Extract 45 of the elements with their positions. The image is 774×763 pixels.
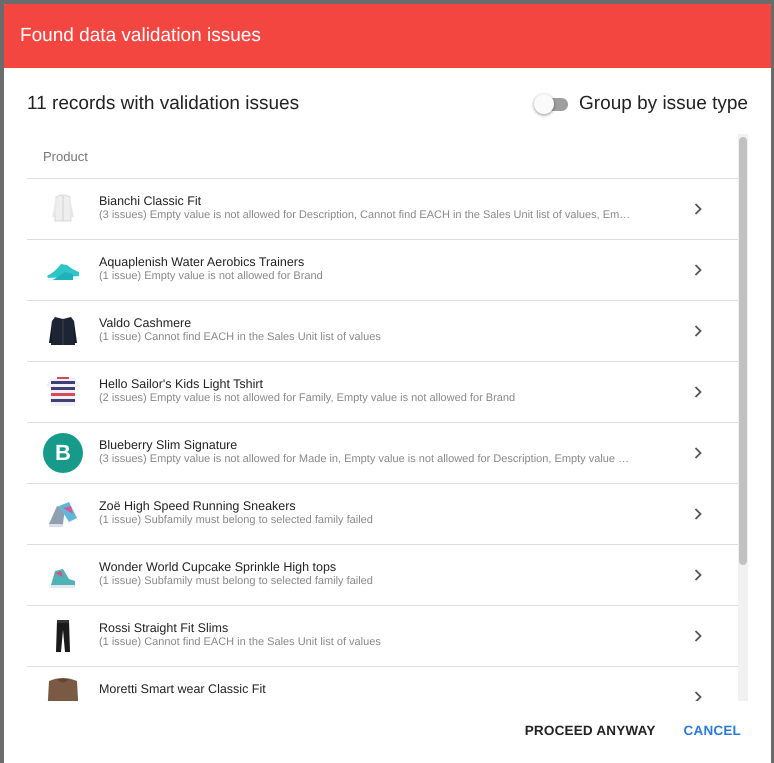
- proceed-button[interactable]: PROCEED ANYWAY: [512, 715, 668, 746]
- table-row[interactable]: Moretti Smart wear Classic Fit: [27, 667, 738, 701]
- product-name: Zoë High Speed Running Sneakers: [99, 499, 297, 513]
- chevron-right-icon: [694, 386, 702, 398]
- issue-summary: (1 issue) Empty value is not allowed for Brand: [99, 270, 324, 282]
- issue-summary: (1 issue) Subfamily must belong to selected family failed: [99, 514, 374, 526]
- table-row[interactable]: Rossi Straight Fit Slims (1 issue) Cannot find EACH in the Sales Unit list of values: [27, 606, 738, 667]
- issue-summary: (1 issue) Subfamily must belong to selected family failed: [99, 575, 374, 587]
- table-row[interactable]: B Blueberry Slim Signature (3 issues) Empty value is not allowed for Made in, Empty value is not allowed for Description, Empty value …: [27, 423, 738, 484]
- toggle-label: Group by issue type: [579, 92, 748, 114]
- product-name: Moretti Smart wear Classic Fit: [99, 682, 267, 696]
- issue-summary: (3 issues) Empty value is not allowed for Made in, Empty value is not allowed for Description, Empty value …: [99, 453, 630, 465]
- table-row[interactable]: Zoë High Speed Running Sneakers (1 issue) Subfamily must belong to selected family failed: [27, 484, 738, 545]
- chevron-right-icon: [694, 447, 702, 459]
- chevron-right-icon: [694, 630, 702, 642]
- product-name: Rossi Straight Fit Slims: [99, 621, 230, 635]
- avatar: B: [43, 433, 83, 473]
- column-header: Product: [43, 148, 88, 164]
- table-row[interactable]: Valdo Cashmere (1 issue) Cannot find EACH in the Sales Unit list of values: [27, 301, 738, 362]
- cancel-button[interactable]: CANCEL: [672, 715, 753, 746]
- table-row[interactable]: Hello Sailor's Kids Light Tshirt (2 issues) Empty value is not allowed for Family, Empty value is not allowed for Brand: [27, 362, 738, 423]
- issue-summary: (2 issues) Empty value is not allowed for Family, Empty value is not allowed for Brand: [99, 392, 516, 404]
- product-name: Hello Sailor's Kids Light Tshirt: [99, 377, 264, 391]
- chevron-right-icon: [694, 325, 702, 337]
- issue-summary: (1 issue) Cannot find EACH in the Sales Unit list of values: [99, 636, 382, 648]
- chevron-right-icon: [694, 264, 702, 276]
- table-row[interactable]: Aquaplenish Water Aerobics Trainers (1 issue) Empty value is not allowed for Brand: [27, 240, 738, 301]
- product-name: Valdo Cashmere: [99, 316, 192, 330]
- chevron-right-icon: [694, 691, 702, 701]
- issue-summary: (3 issues) Empty value is not allowed for Description, Cannot find EACH in the Sales Unit list of values, Em…: [99, 209, 632, 221]
- chevron-right-icon: [694, 203, 702, 215]
- table-row[interactable]: Bianchi Classic Fit (3 issues) Empty value is not allowed for Description, Cannot find EACH in the Sales Unit list of values, Em…: [27, 179, 738, 240]
- chevron-right-icon: [694, 508, 702, 520]
- product-name: Aquaplenish Water Aerobics Trainers: [99, 255, 306, 269]
- scrollbar[interactable]: [738, 134, 748, 701]
- chevron-right-icon: [694, 569, 702, 581]
- scrollbar-thumb[interactable]: [739, 137, 747, 565]
- dialog-title: Found data validation issues: [20, 25, 261, 47]
- product-name: Wonder World Cupcake Sprinkle High tops: [99, 560, 338, 574]
- product-name: Bianchi Classic Fit: [99, 194, 202, 208]
- table-row[interactable]: Wonder World Cupcake Sprinkle High tops (1 issue) Subfamily must belong to selected family failed: [27, 545, 738, 606]
- toggle-switch[interactable]: [534, 94, 570, 114]
- summary-text: 11 records with validation issues: [27, 92, 300, 114]
- product-name: Blueberry Slim Signature: [99, 438, 238, 452]
- issue-summary: (1 issue) Cannot find EACH in the Sales Unit list of values: [99, 331, 382, 343]
